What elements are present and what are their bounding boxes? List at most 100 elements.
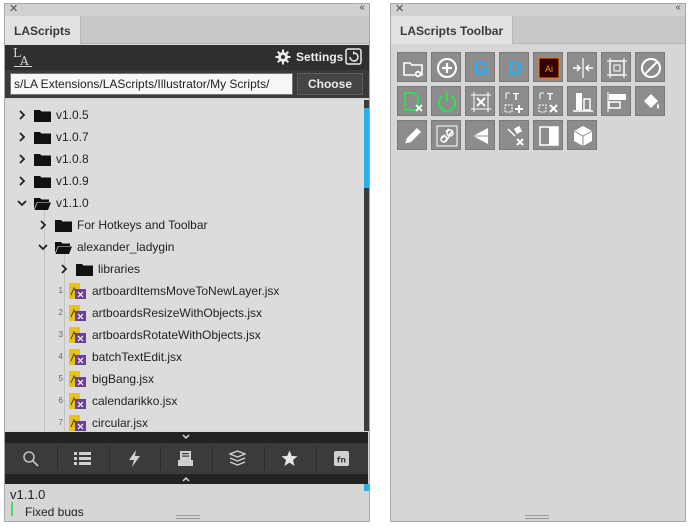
folder-open-tool-button[interactable]: [397, 52, 427, 82]
power-icon: [437, 92, 457, 113]
panel-title-bar: ✕ ‹‹: [391, 2, 685, 16]
split-columns-icon: [539, 126, 559, 146]
file-remove-tool-button[interactable]: [397, 86, 427, 116]
fill-bucket-tool-button[interactable]: [635, 86, 665, 116]
letter-d-tool-button[interactable]: D: [499, 52, 529, 82]
tree-scrollbar-thumb[interactable]: [364, 108, 369, 188]
align-bottom-tool-button[interactable]: [567, 86, 597, 116]
cube-tool-button[interactable]: [567, 120, 597, 150]
split-columns-tool-button[interactable]: [533, 120, 563, 150]
text-add-tool-button[interactable]: T: [499, 86, 529, 116]
artboard-fit-tool-button[interactable]: [601, 52, 631, 82]
power-tool-button[interactable]: [431, 86, 461, 116]
link-edit-tool-button[interactable]: [431, 120, 461, 150]
folder-row[interactable]: v1.0.5: [5, 104, 362, 126]
prohibited-tool-button[interactable]: [635, 52, 665, 82]
svg-text:Ai: Ai: [545, 64, 553, 74]
info-note: Fixed bugs: [25, 505, 84, 516]
folder-row[interactable]: alexander_ladygin: [5, 236, 362, 258]
la-logo: LA: [13, 46, 35, 68]
expand-down-handle[interactable]: [5, 432, 368, 443]
chevron-down-icon: [182, 434, 190, 440]
folder-icon: [34, 154, 51, 166]
resize-grip[interactable]: [176, 515, 200, 519]
choose-button[interactable]: Choose: [297, 73, 363, 95]
printer-button[interactable]: [160, 443, 212, 474]
jsx-file-icon: [69, 393, 86, 409]
jsx-file-icon: [69, 415, 86, 431]
chevron-right-icon[interactable]: [17, 110, 27, 120]
info-version: v1.1.0: [10, 487, 46, 502]
frame-remove-tool-button[interactable]: [465, 86, 495, 116]
letter-g-tool-button[interactable]: G: [465, 52, 495, 82]
folder-icon: [34, 176, 51, 188]
file-name: calendarikko.jsx: [92, 394, 178, 408]
toolbar-separator: [108, 447, 110, 470]
folder-row[interactable]: v1.0.9: [5, 170, 362, 192]
search-icon: [23, 451, 39, 467]
file-name: artboardsResizeWithObjects.jsx: [92, 306, 263, 320]
script-tree: v1.0.5 v1.0.7 v1.0.8 v1.0.9 v1.1.0 For Hotkey…: [5, 100, 368, 431]
chevron-right-icon[interactable]: [17, 176, 27, 186]
fill-bucket-icon: [644, 94, 659, 109]
tab-lascripts-toolbar[interactable]: LAScripts Toolbar: [391, 16, 514, 44]
layers-button[interactable]: [212, 443, 264, 474]
add-circle-icon: [437, 58, 457, 78]
refresh-icon[interactable]: [345, 48, 362, 65]
folder-row[interactable]: v1.0.8: [5, 148, 362, 170]
star-button[interactable]: [264, 443, 316, 474]
collapse-icon[interactable]: ‹‹: [675, 2, 681, 13]
align-top-tool-button[interactable]: [601, 86, 631, 116]
folder-row[interactable]: For Hotkeys and Toolbar: [5, 214, 362, 236]
expand-up-handle[interactable]: [5, 474, 368, 484]
collapse-icon[interactable]: ‹‹: [359, 2, 365, 13]
script-file-row[interactable]: 1 artboardItemsMoveToNewLayer.jsx: [5, 280, 362, 302]
chevron-right-icon[interactable]: [17, 154, 27, 164]
folder-row[interactable]: v1.1.0: [5, 192, 362, 214]
list-icon: [73, 452, 91, 465]
chevron-right-icon[interactable]: [38, 220, 48, 230]
script-file-row[interactable]: 7 circular.jsx: [5, 412, 362, 431]
search-button[interactable]: [5, 443, 57, 474]
gear-icon[interactable]: [275, 49, 291, 65]
folder-name: alexander_ladygin: [77, 240, 175, 254]
info-scrollbar-thumb[interactable]: [364, 484, 369, 491]
distribute-horizontal-tool-button[interactable]: [567, 52, 597, 82]
close-icon[interactable]: ✕: [9, 2, 18, 15]
script-file-row[interactable]: 2 artboardsResizeWithObjects.jsx: [5, 302, 362, 324]
perspective-tool-button[interactable]: [465, 120, 495, 150]
chevron-right-icon[interactable]: [59, 264, 69, 274]
resize-grip[interactable]: [525, 515, 549, 519]
folder-name: libraries: [98, 262, 141, 276]
align-bottom-icon: [573, 93, 593, 112]
add-circle-tool-button[interactable]: [431, 52, 461, 82]
list-button[interactable]: [57, 443, 109, 474]
chevron-up-icon: [182, 476, 190, 482]
svg-text:T: T: [513, 92, 519, 103]
function-button[interactable]: fn: [316, 443, 368, 474]
illustrator-tool-button[interactable]: Ai: [533, 52, 563, 82]
prohibited-icon: [641, 58, 661, 78]
script-file-row[interactable]: 5 bigBang.jsx: [5, 368, 362, 390]
tab-lascripts[interactable]: LAScripts: [5, 16, 81, 44]
toolbar-separator: [315, 447, 317, 470]
folder-row[interactable]: v1.0.7: [5, 126, 362, 148]
script-file-row[interactable]: 3 artboardsRotateWithObjects.jsx: [5, 324, 362, 346]
folder-row[interactable]: libraries: [5, 258, 362, 280]
chevron-right-icon[interactable]: [17, 132, 27, 142]
svg-text:T: T: [547, 92, 553, 103]
chevron-down-icon[interactable]: [38, 242, 48, 252]
close-icon[interactable]: ✕: [395, 2, 404, 15]
cube-icon: [573, 126, 593, 146]
text-remove-tool-button[interactable]: T: [533, 86, 563, 116]
lightning-button[interactable]: [109, 443, 161, 474]
settings-button[interactable]: Settings: [296, 50, 343, 64]
folder-icon: [76, 264, 93, 276]
pen-edit-tool-button[interactable]: [397, 120, 427, 150]
file-index: 7: [58, 418, 63, 427]
script-file-row[interactable]: 4 batchTextEdit.jsx: [5, 346, 362, 368]
chevron-down-icon[interactable]: [17, 198, 27, 208]
scripts-path-input[interactable]: s/LA Extensions/LAScripts/Illustrator/My…: [10, 73, 293, 95]
script-file-row[interactable]: 6 calendarikko.jsx: [5, 390, 362, 412]
tools-remove-tool-button[interactable]: [499, 120, 529, 150]
